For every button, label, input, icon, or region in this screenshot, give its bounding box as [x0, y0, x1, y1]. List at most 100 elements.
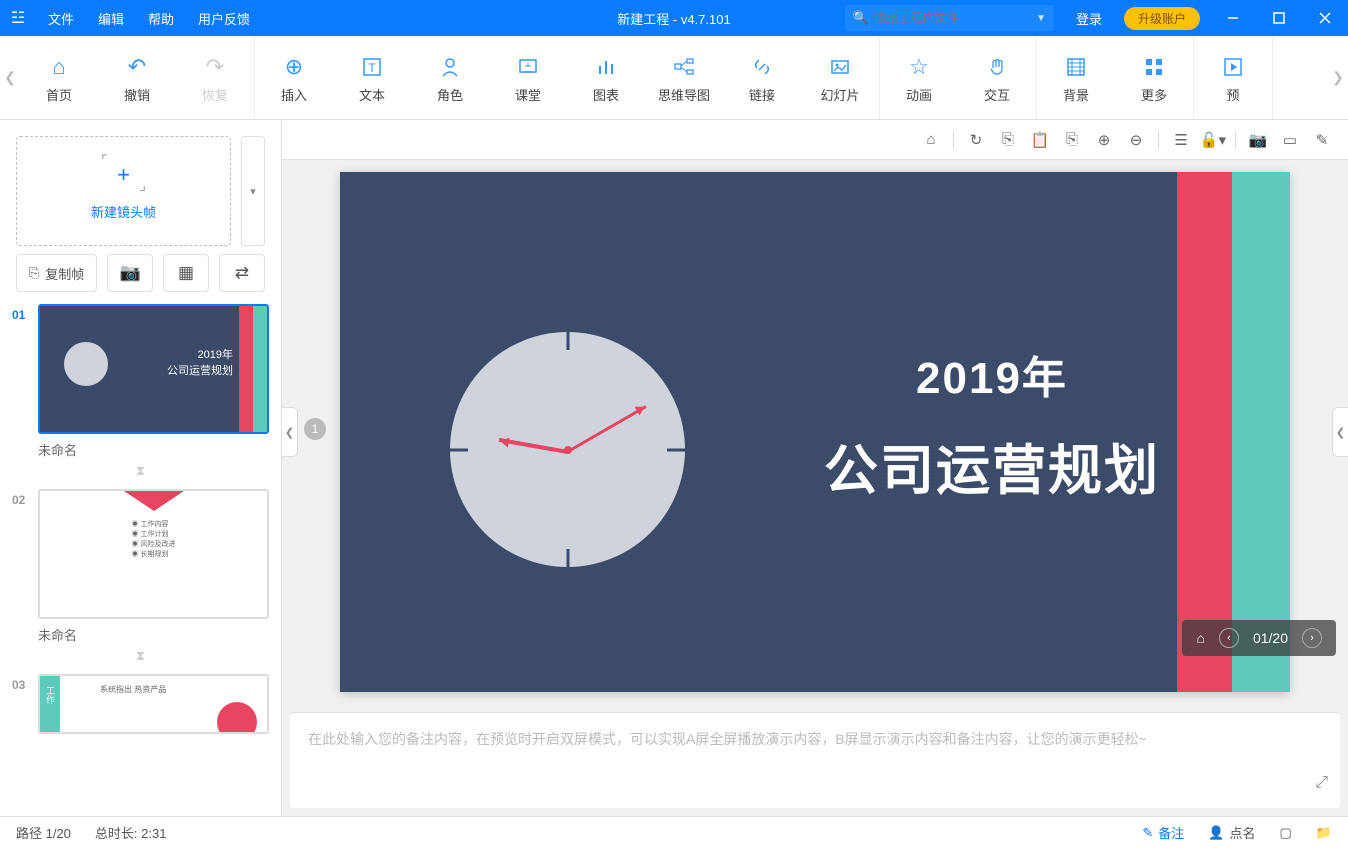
ct-rotate-icon[interactable]: ↻	[962, 126, 990, 154]
new-frame-button[interactable]: + 新建镜头帧	[16, 136, 231, 246]
ribbon-scroll-right[interactable]: ❯	[1328, 36, 1348, 119]
titlebar: ☳ 文件 编辑 帮助 用户反馈 新建工程 - v4.7.101 🔍 ▼ 登录 升…	[0, 0, 1348, 36]
slide-number: 03	[12, 674, 32, 692]
app-logo-icon: ☳	[0, 8, 36, 28]
canvas-toolbar: ⌂ ↻ ⎘ 📋 ⎘ ⊕ ⊖ ☰ 🔓▾ 📷 ▭ ✎	[282, 120, 1348, 160]
tool-chart[interactable]: 图表	[567, 36, 645, 119]
notes-toggle-button[interactable]: ✎备注	[1142, 823, 1184, 842]
decor-stripe-red	[1177, 172, 1232, 692]
canvas-area: ⌂ ↻ ⎘ 📋 ⎘ ⊕ ⊖ ☰ 🔓▾ 📷 ▭ ✎ ❮ ❮ 1	[282, 120, 1348, 816]
upgrade-button[interactable]: 升级账户	[1124, 7, 1200, 30]
person-icon: 👤	[1208, 825, 1224, 841]
chart-icon	[595, 51, 617, 83]
svg-text:T: T	[368, 61, 376, 75]
ct-lock-icon[interactable]: 🔓▾	[1199, 126, 1227, 154]
slide-item-3: 03 工作 系统指出 热资产品	[12, 674, 269, 734]
slide-canvas[interactable]: 2019年 公司运营规划	[340, 172, 1290, 692]
grid-icon	[1143, 51, 1165, 83]
search-dropdown-icon[interactable]: ▼	[1030, 13, 1046, 24]
menu-edit[interactable]: 编辑	[86, 9, 136, 28]
tool-insert[interactable]: ⊕插入	[255, 36, 333, 119]
path-button[interactable]: ⇄	[219, 254, 265, 292]
ct-clip-icon[interactable]: ⎘	[1058, 126, 1086, 154]
copy-frame-button[interactable]: ⎘复制帧	[16, 254, 97, 292]
ct-frame-icon[interactable]: ▭	[1276, 126, 1304, 154]
transition-icon[interactable]: ⧗	[12, 463, 269, 479]
folder-icon: 📁	[1316, 825, 1332, 841]
slide-thumbnail-1[interactable]: 2019年公司运营规划	[38, 304, 269, 434]
tool-more[interactable]: 更多	[1115, 36, 1193, 119]
nav-prev-button[interactable]: ‹	[1219, 628, 1239, 648]
ct-paste-icon[interactable]: 📋	[1026, 126, 1054, 154]
camera-button[interactable]: 📷	[107, 254, 153, 292]
ct-edit-icon[interactable]: ✎	[1308, 126, 1336, 154]
menu-help[interactable]: 帮助	[136, 9, 186, 28]
collapse-left-button[interactable]: ❮	[282, 407, 298, 457]
hand-icon	[986, 51, 1008, 83]
ct-camera-icon[interactable]: 📷	[1244, 126, 1272, 154]
tool-slides[interactable]: 幻灯片	[801, 36, 879, 119]
ct-zoomout-icon[interactable]: ⊖	[1122, 126, 1150, 154]
tool-redo[interactable]: ↷恢复	[176, 36, 254, 119]
ribbon: ❮ ⌂首页 ↶撤销 ↷恢复 ⊕插入 T文本 角色 课堂 图表 思维导图 链接 幻…	[0, 36, 1348, 120]
ct-copy-icon[interactable]: ⎘	[994, 126, 1022, 154]
decor-stripe-teal	[1232, 172, 1290, 692]
clock-graphic	[450, 332, 685, 567]
statusbar: 路径 1/20 总时长: 2:31 ✎备注 👤点名 ▢ 📁	[0, 816, 1348, 848]
transition-icon[interactable]: ⧗	[12, 648, 269, 664]
tool-interact[interactable]: 交互	[958, 36, 1036, 119]
minimize-button[interactable]	[1210, 0, 1256, 36]
slide-thumbnail-3[interactable]: 工作 系统指出 热资产品	[38, 674, 269, 734]
menu-feedback[interactable]: 用户反馈	[186, 9, 262, 28]
folder-button[interactable]: 📁	[1316, 825, 1332, 841]
ct-home-icon[interactable]: ⌂	[917, 126, 945, 154]
rollcall-button[interactable]: 👤点名	[1208, 823, 1255, 842]
tool-text[interactable]: T文本	[333, 36, 411, 119]
slide-label: 未命名	[38, 440, 269, 459]
slides-icon	[829, 51, 851, 83]
search-icon: 🔍	[853, 10, 869, 26]
collapse-right-button[interactable]: ❮	[1332, 407, 1348, 457]
tool-background[interactable]: 背景	[1037, 36, 1115, 119]
search-box[interactable]: 🔍 ▼	[845, 5, 1054, 31]
ct-align-icon[interactable]: ☰	[1167, 126, 1195, 154]
tool-undo[interactable]: ↶撤销	[98, 36, 176, 119]
search-input[interactable]	[875, 11, 1030, 25]
menu-file[interactable]: 文件	[36, 9, 86, 28]
notes-panel[interactable]: 在此处输入您的备注内容，在预览时开启双屏模式，可以实现A屏全屏播放演示内容，B屏…	[290, 712, 1340, 808]
new-frame-dropdown[interactable]: ▾	[241, 136, 265, 246]
login-button[interactable]: 登录	[1064, 9, 1114, 28]
qr-button[interactable]: ▦	[163, 254, 209, 292]
tool-home[interactable]: ⌂首页	[20, 36, 98, 119]
play-icon	[1222, 51, 1244, 83]
tool-class[interactable]: 课堂	[489, 36, 567, 119]
screen-icon: ▢	[1280, 825, 1292, 841]
link-icon	[751, 51, 773, 83]
close-button[interactable]	[1302, 0, 1348, 36]
camera-icon: 📷	[120, 263, 141, 283]
ribbon-scroll-left[interactable]: ❮	[0, 36, 20, 119]
expand-icon[interactable]: ⤢	[1315, 769, 1328, 798]
page-indicator: 01/20	[1253, 630, 1288, 646]
tool-role[interactable]: 角色	[411, 36, 489, 119]
screen-button[interactable]: ▢	[1280, 825, 1292, 841]
slide-title: 2019年 公司运营规划	[824, 342, 1160, 505]
nav-home-icon[interactable]: ⌂	[1196, 630, 1204, 646]
tool-preview[interactable]: 预	[1194, 36, 1272, 119]
nav-next-button[interactable]: ›	[1302, 628, 1322, 648]
tool-link[interactable]: 链接	[723, 36, 801, 119]
tool-animation[interactable]: ☆动画	[880, 36, 958, 119]
notes-placeholder: 在此处输入您的备注内容，在预览时开启双屏模式，可以实现A屏全屏播放演示内容，B屏…	[308, 731, 1147, 747]
undo-icon: ↶	[128, 51, 146, 83]
slide-sidebar: + 新建镜头帧 ▾ ⎘复制帧 📷 ▦ ⇄ 01 2019年公司运营规划	[0, 120, 282, 816]
slide-thumbnail-2[interactable]: ◉ 工作内容◉ 工作计划◉ 风险及改进◉ 长期规划	[38, 489, 269, 619]
slide-item-1: 01 2019年公司运营规划 未命名 ⧗	[12, 304, 269, 479]
app-title: 新建工程 - v4.7.101	[617, 9, 730, 28]
canvas[interactable]: ❮ ❮ 1 2019年 公司运营规划 ⌂ ‹ 01/20	[282, 160, 1348, 704]
slide-item-2: 02 ◉ 工作内容◉ 工作计划◉ 风险及改进◉ 长期规划 未命名 ⧗	[12, 489, 269, 664]
path-icon: ⇄	[235, 263, 249, 283]
tool-mindmap[interactable]: 思维导图	[645, 36, 723, 119]
maximize-button[interactable]	[1256, 0, 1302, 36]
ct-zoomin-icon[interactable]: ⊕	[1090, 126, 1118, 154]
status-path: 路径 1/20	[16, 823, 71, 842]
